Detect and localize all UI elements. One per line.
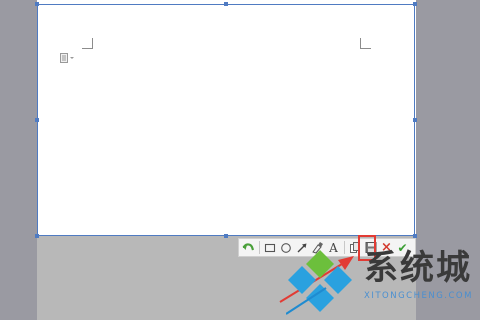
screenshot-capture-view: A × ✔ 系统城 XITONGCHENG.COM <box>0 0 480 320</box>
watermark-logo: 系统城 XITONGCHENG.COM <box>286 246 480 320</box>
resize-handle-bottom[interactable] <box>224 234 228 238</box>
watermark-subtitle: XITONGCHENG.COM <box>364 291 473 301</box>
resize-handle-top-right[interactable] <box>413 2 417 6</box>
left-margin <box>0 0 37 320</box>
toolbar-separator <box>259 241 260 254</box>
capture-selection-frame[interactable] <box>37 4 415 236</box>
resize-handle-top[interactable] <box>224 2 228 6</box>
resize-handle-bottom-left[interactable] <box>35 234 39 238</box>
watermark-title: 系统城 <box>364 248 472 288</box>
resize-handle-left[interactable] <box>35 118 39 122</box>
undo-icon[interactable] <box>241 240 256 255</box>
resize-handle-top-left[interactable] <box>35 2 39 6</box>
diamond-logo-icon <box>286 250 352 315</box>
rectangle-icon[interactable] <box>262 240 277 255</box>
resize-handle-right[interactable] <box>413 118 417 122</box>
